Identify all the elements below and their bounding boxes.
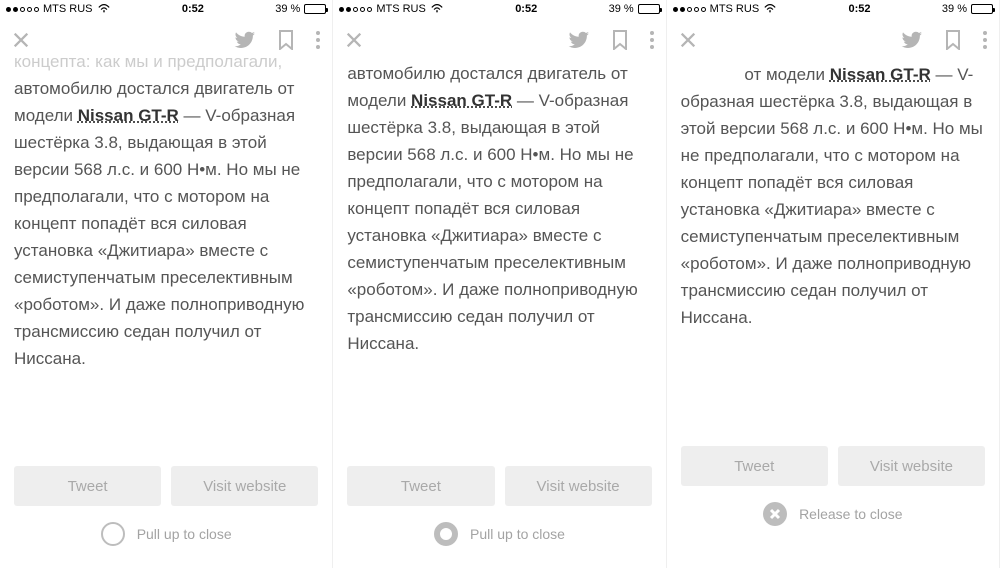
carrier-label: MTS RUS: [43, 3, 93, 15]
signal-dots-icon: [673, 7, 706, 12]
article-text-post: — V-образная шестёрка 3.8, выдающая в эт…: [347, 91, 637, 353]
article-link[interactable]: Nissan GT-R: [78, 106, 179, 125]
screen-state-pulling: MTS RUS 0:52 39 % автомобилю достался дв…: [333, 0, 666, 568]
visit-website-button[interactable]: Visit website: [838, 446, 985, 486]
pull-label: Pull up to close: [470, 526, 565, 542]
article-text-post: — V-образная шестёрка 3.8, выдающая в эт…: [14, 106, 304, 368]
battery-icon: [304, 4, 326, 14]
wifi-icon: [430, 2, 444, 16]
visit-website-button[interactable]: Visit website: [171, 466, 318, 506]
article-text-post: — V-образная шестёрка 3.8, выдающая в эт…: [681, 65, 983, 327]
battery-icon: [971, 4, 993, 14]
status-bar: MTS RUS 0:52 39 %: [667, 0, 999, 18]
article-body[interactable]: автомобилю достался двигатель от модели …: [667, 34, 999, 434]
battery-pct-label: 39 %: [942, 3, 967, 15]
bookmark-icon[interactable]: [612, 30, 628, 50]
action-row: Tweet Visit website: [0, 466, 332, 506]
status-bar: MTS RUS 0:52 39 %: [0, 0, 332, 18]
pull-hint[interactable]: Pull up to close: [333, 506, 665, 562]
carrier-label: MTS RUS: [376, 3, 426, 15]
more-icon[interactable]: [650, 31, 654, 49]
bookmark-icon[interactable]: [278, 30, 294, 50]
close-circle-icon: [763, 502, 787, 526]
close-icon[interactable]: [12, 31, 30, 49]
wifi-icon: [763, 2, 777, 16]
toolbar: [333, 18, 665, 62]
article-link[interactable]: Nissan GT-R: [411, 91, 512, 110]
article-line-a: концепта: как мы и предполагали,: [14, 52, 282, 71]
article-body[interactable]: автомобилю достался двигатель от модели …: [333, 60, 665, 454]
signal-dots-icon: [339, 7, 372, 12]
article-body[interactable]: концепта: как мы и предполагали, автомоб…: [0, 48, 332, 454]
clock-label: 0:52: [515, 3, 537, 15]
progress-ring-icon: [434, 522, 458, 546]
clock-label: 0:52: [849, 3, 871, 15]
more-icon[interactable]: [316, 31, 320, 49]
pull-hint[interactable]: Release to close: [667, 486, 999, 542]
screen-state-release: MTS RUS 0:52 39 % автомобилю достался дв…: [667, 0, 1000, 568]
battery-pct-label: 39 %: [609, 3, 634, 15]
close-icon[interactable]: [345, 31, 363, 49]
clock-label: 0:52: [182, 3, 204, 15]
tweet-button[interactable]: Tweet: [14, 466, 161, 506]
battery-icon: [638, 4, 660, 14]
status-bar: MTS RUS 0:52 39 %: [333, 0, 665, 18]
tweet-button[interactable]: Tweet: [681, 446, 828, 486]
wifi-icon: [97, 2, 111, 16]
twitter-icon[interactable]: [568, 29, 590, 51]
action-row: Tweet Visit website: [667, 446, 999, 486]
screen-state-initial: MTS RUS 0:52 39 % концепта: как мы и пре…: [0, 0, 333, 568]
pull-hint[interactable]: Pull up to close: [0, 506, 332, 562]
signal-dots-icon: [6, 7, 39, 12]
visit-website-button[interactable]: Visit website: [505, 466, 652, 506]
article-link[interactable]: Nissan GT-R: [830, 65, 931, 84]
chevron-ring-icon: [101, 522, 125, 546]
action-row: Tweet Visit website: [333, 466, 665, 506]
tweet-button[interactable]: Tweet: [347, 466, 494, 506]
carrier-label: MTS RUS: [710, 3, 760, 15]
pull-label: Release to close: [799, 506, 903, 522]
battery-pct-label: 39 %: [275, 3, 300, 15]
pull-label: Pull up to close: [137, 526, 232, 542]
